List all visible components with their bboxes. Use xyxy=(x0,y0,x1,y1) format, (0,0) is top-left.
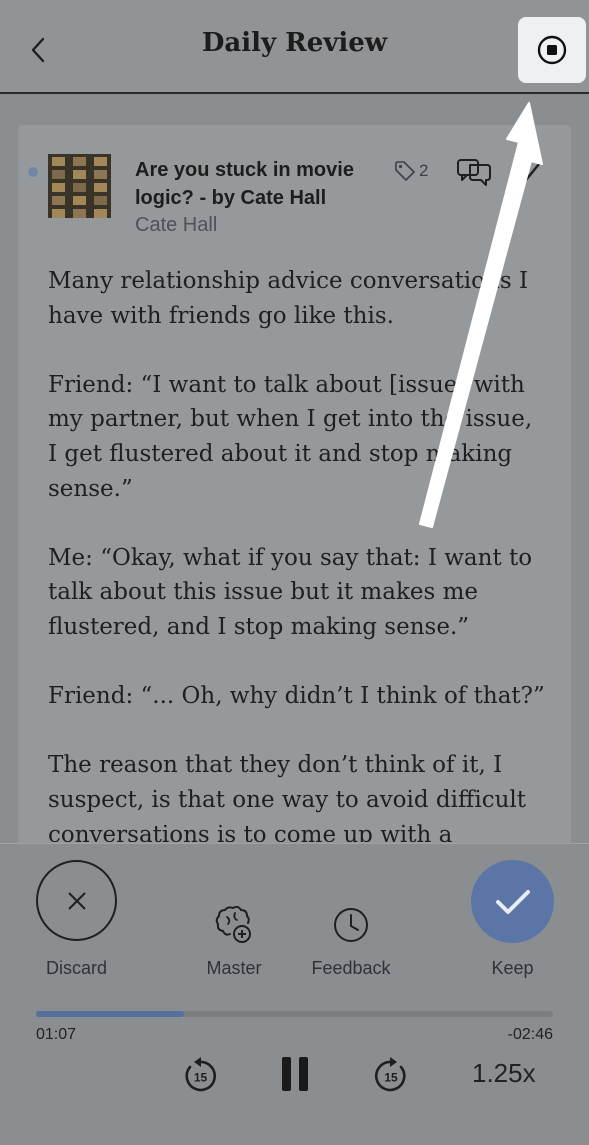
article-body: Many relationship advice conversations I… xyxy=(48,264,548,842)
comment-icon[interactable] xyxy=(456,156,492,188)
article-paragraph: Me: “Okay, what if you say that: I want … xyxy=(48,544,533,640)
time-elapsed: 01:07 xyxy=(36,1026,77,1043)
stop-record-icon xyxy=(537,35,567,65)
page-title: Daily Review xyxy=(201,28,388,58)
brain-plus-icon[interactable] xyxy=(213,903,255,945)
pause-icon xyxy=(282,1057,308,1091)
article-paragraph: The reason that they don’t think of it, … xyxy=(48,752,526,842)
keep-label: Keep xyxy=(491,958,534,978)
discard-label: Discard xyxy=(45,958,107,978)
article-paragraph: Friend: “I want to talk about [issue] wi… xyxy=(48,371,533,502)
article-thumbnail xyxy=(48,154,111,218)
skip-forward-seconds: 15 xyxy=(384,1071,398,1085)
playback-progress[interactable] xyxy=(36,1011,553,1017)
article-paragraph: Many relationship advice conversations I… xyxy=(48,268,529,329)
check-icon[interactable] xyxy=(516,160,542,184)
skip-forward-15-icon: 15 xyxy=(375,1057,406,1092)
stop-recording-button[interactable] xyxy=(518,17,586,83)
tag-icon[interactable] xyxy=(394,160,416,182)
article-author: Cate Hall xyxy=(135,214,218,236)
time-remaining: -02:46 xyxy=(507,1026,553,1043)
playback-speed-button[interactable]: 1.25x xyxy=(472,1058,536,1089)
keep-button[interactable] xyxy=(471,860,554,943)
skip-back-button[interactable]: 15 xyxy=(180,1055,220,1095)
pause-button[interactable] xyxy=(278,1053,312,1095)
skip-forward-button[interactable]: 15 xyxy=(371,1055,411,1095)
feedback-label[interactable]: Feedback xyxy=(301,958,401,979)
article-title[interactable]: Are you stuck in movie logic? - by Cate … xyxy=(135,156,385,212)
clock-icon[interactable] xyxy=(332,906,370,944)
unread-indicator xyxy=(28,167,38,177)
check-icon xyxy=(495,889,530,914)
master-label[interactable]: Master xyxy=(194,958,274,979)
close-icon xyxy=(67,891,86,910)
skip-back-seconds: 15 xyxy=(194,1071,208,1085)
playback-progress-fill xyxy=(36,1011,185,1017)
skip-back-15-icon: 15 xyxy=(185,1057,216,1092)
top-bar: Daily Review xyxy=(0,0,589,94)
discard-button[interactable] xyxy=(36,860,117,941)
article-paragraph: Friend: “... Oh, why didn’t I think of t… xyxy=(48,683,545,710)
tag-count: 2 xyxy=(419,161,429,180)
